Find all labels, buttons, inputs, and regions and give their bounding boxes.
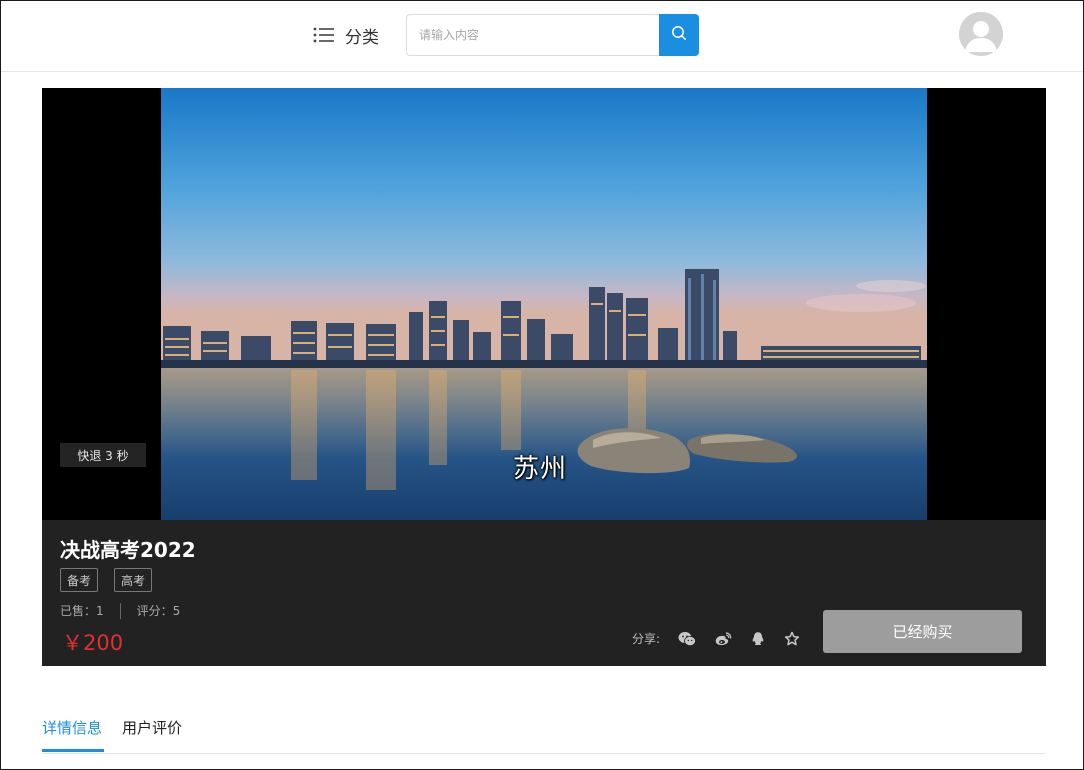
- qq-icon[interactable]: [750, 631, 766, 647]
- tab-details[interactable]: 详情信息: [42, 717, 102, 738]
- star-icon[interactable]: [784, 631, 800, 647]
- avatar[interactable]: [959, 12, 1003, 56]
- share-label: 分享:: [632, 632, 661, 646]
- course-tags: 备考 高考: [60, 568, 153, 592]
- rating: 评分：5: [136, 604, 181, 618]
- share-bar: 分享:: [632, 630, 800, 647]
- search-input[interactable]: [406, 14, 660, 56]
- weibo-icon[interactable]: [714, 631, 732, 647]
- tab-reviews[interactable]: 用户评价: [122, 717, 182, 738]
- seek-toast: 快退 3 秒: [60, 443, 146, 467]
- avatar-icon: [959, 12, 1003, 56]
- price: ￥200: [62, 631, 124, 655]
- divider: [119, 602, 121, 619]
- category-label: 分类: [345, 27, 379, 48]
- top-nav-bar: 分类: [1, 1, 1083, 72]
- search-icon: [671, 25, 687, 45]
- wechat-icon[interactable]: [678, 631, 696, 647]
- search-bar: [406, 14, 699, 56]
- search-button[interactable]: [659, 14, 699, 56]
- list-icon: [313, 26, 335, 44]
- active-tab-indicator: [42, 749, 104, 752]
- course-title: 决战高考2022: [60, 538, 196, 562]
- page: 分类 请输入内容 快退 3 秒 苏州 决战高考2022 备考 高考 已售：1 评…: [0, 0, 1084, 770]
- course-stats: 已售：1 评分：5: [60, 602, 180, 619]
- tag[interactable]: 备考: [60, 568, 99, 592]
- video-player[interactable]: 快退 3 秒 苏州: [42, 88, 1046, 520]
- detail-tabs: 详情信息 用户评价: [42, 701, 1046, 754]
- course-info-panel: 决战高考2022 备考 高考 已售：1 评分：5 ￥200 分享: 已经购买: [42, 520, 1046, 666]
- category-menu[interactable]: 分类: [313, 23, 379, 48]
- purchased-button[interactable]: 已经购买: [823, 610, 1022, 653]
- sold-count: 已售：1: [60, 604, 104, 618]
- video-subtitle: 苏州: [513, 454, 568, 484]
- tag[interactable]: 高考: [114, 568, 153, 592]
